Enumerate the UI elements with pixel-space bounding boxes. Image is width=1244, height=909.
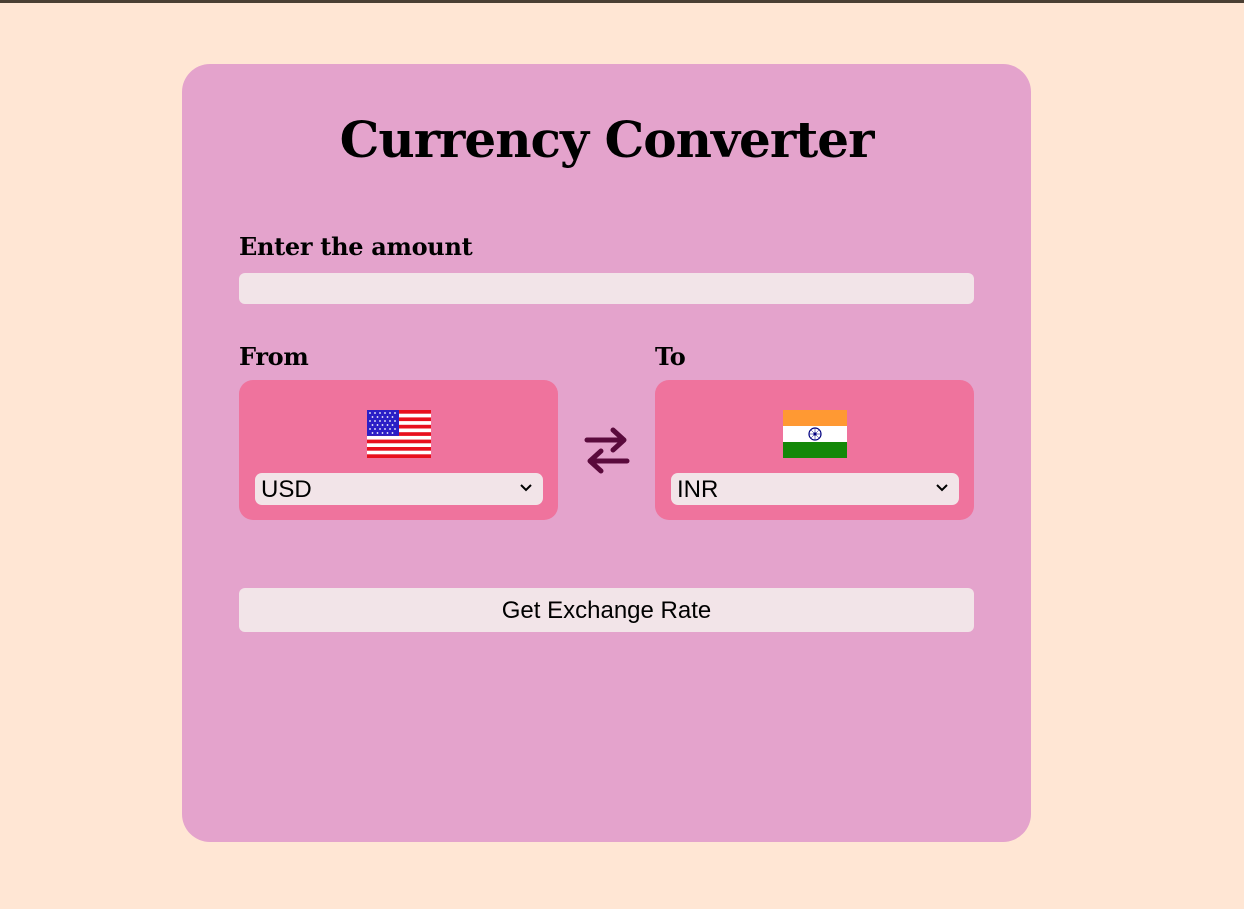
chevron-down-icon bbox=[520, 484, 532, 492]
converter-card: Currency Converter Enter the amount From… bbox=[182, 64, 1031, 842]
to-currency-panel: INR bbox=[655, 380, 974, 520]
window-top-border bbox=[0, 0, 1244, 3]
to-currency-value: INR bbox=[677, 476, 719, 503]
to-label: To bbox=[655, 342, 686, 371]
us-flag-icon bbox=[367, 410, 431, 458]
from-currency-panel: USD bbox=[239, 380, 558, 520]
india-flag-icon bbox=[783, 410, 847, 458]
page-title: Currency Converter bbox=[339, 110, 875, 169]
from-label: From bbox=[239, 342, 309, 371]
get-exchange-rate-button[interactable]: Get Exchange Rate bbox=[239, 588, 974, 632]
from-currency-select[interactable]: USD bbox=[255, 473, 543, 505]
amount-input[interactable] bbox=[239, 273, 974, 304]
swap-arrows-icon[interactable] bbox=[583, 425, 631, 477]
chevron-down-icon bbox=[936, 484, 948, 492]
from-currency-value: USD bbox=[261, 476, 312, 503]
to-currency-select[interactable]: INR bbox=[671, 473, 959, 505]
amount-label: Enter the amount bbox=[239, 232, 473, 261]
